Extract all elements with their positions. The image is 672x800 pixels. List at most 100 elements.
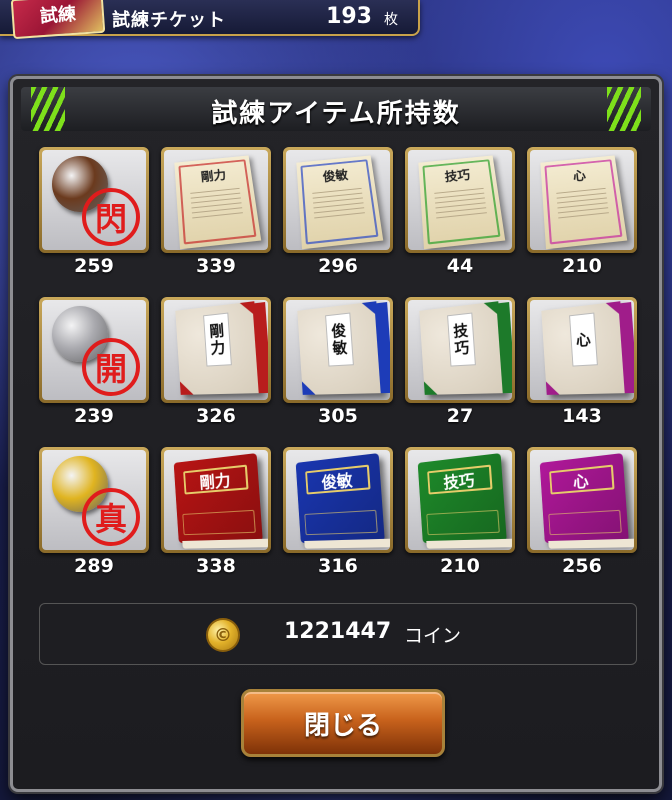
agility-scroll-icon: 俊敏 xyxy=(296,155,384,250)
item-slot: 剛力 338 xyxy=(161,447,271,581)
book-pages xyxy=(304,538,390,549)
trial-ticket-icon: 試練 xyxy=(10,0,106,40)
item-slot: 技巧 210 xyxy=(405,447,515,581)
item-tile-inner: 技巧 xyxy=(408,300,512,400)
item-tile-inner: 閃 xyxy=(42,150,146,250)
technique-hardcover-book-icon: 技巧 xyxy=(417,453,512,549)
item-tile: 閃 xyxy=(39,147,149,253)
item-tile-inner: 俊敏 xyxy=(286,450,390,550)
coin-icon: © xyxy=(206,618,240,652)
gold-stamp-icon: 真 xyxy=(46,452,142,548)
item-tile-inner: 技巧 xyxy=(408,150,512,250)
heart-bound-book-icon: 心 xyxy=(541,301,634,395)
item-tile: 剛力 xyxy=(161,147,271,253)
book-pages xyxy=(548,538,634,549)
item-slot: 真 289 xyxy=(39,447,149,581)
book-corner xyxy=(179,380,194,395)
item-slot: 心 256 xyxy=(527,447,637,581)
item-count: 338 xyxy=(196,555,236,577)
book-title-plate: 心 xyxy=(549,464,615,495)
strength-hardcover-book-icon: 剛力 xyxy=(173,453,268,549)
book-trim xyxy=(304,509,378,536)
trial-items-dialog: 試練アイテム所持数 閃 259 剛力 339 俊敏 296 技巧 44 心 210 開 239 剛力 32… xyxy=(10,76,662,792)
item-count: 27 xyxy=(446,405,474,427)
trial-ticket-count: 193 xyxy=(326,4,372,29)
item-count: 143 xyxy=(562,405,602,427)
scroll-text-lines xyxy=(312,187,366,223)
book-corner xyxy=(239,301,256,318)
item-tile: 技巧 xyxy=(405,297,515,403)
item-slot: 技巧 44 xyxy=(405,147,515,281)
book-title-label: 剛力 xyxy=(203,312,232,367)
item-tile: 心 xyxy=(527,297,637,403)
item-slot: 開 239 xyxy=(39,297,149,431)
item-slot: 心 143 xyxy=(527,297,637,431)
item-count: 316 xyxy=(318,555,358,577)
trial-ticket-bar: 試練 試練チケット 193 枚 xyxy=(0,0,420,40)
book-title-label: 心 xyxy=(569,312,598,367)
item-count: 239 xyxy=(74,405,114,427)
book-pages xyxy=(182,538,268,549)
coin-balance-bar: © 1221447 コイン xyxy=(39,603,637,665)
item-slot: 俊敏 305 xyxy=(283,297,393,431)
book-title-label: 俊敏 xyxy=(325,312,354,367)
item-slot: 閃 259 xyxy=(39,147,149,281)
close-button[interactable]: 閉じる xyxy=(241,689,445,757)
item-slot: 剛力 339 xyxy=(161,147,271,281)
item-slot: 技巧 27 xyxy=(405,297,515,431)
item-tile: 技巧 xyxy=(405,147,515,253)
agility-bound-book-icon: 俊敏 xyxy=(297,301,390,395)
item-tile: 開 xyxy=(39,297,149,403)
book-corner xyxy=(605,301,622,318)
scroll-text-lines xyxy=(556,187,610,223)
book-corner xyxy=(301,380,316,395)
book-trim xyxy=(426,509,500,536)
book-corner xyxy=(361,301,378,318)
item-count: 210 xyxy=(440,555,480,577)
dialog-title: 試練アイテム所持数 xyxy=(211,99,461,129)
item-tile: 俊敏 xyxy=(283,297,393,403)
book-title-plate: 俊敏 xyxy=(305,464,371,495)
book-trim xyxy=(182,509,256,536)
dialog-header: 試練アイテム所持数 xyxy=(21,87,651,131)
book-title-label: 技巧 xyxy=(447,312,476,367)
stamp-seal: 閃 xyxy=(82,188,140,246)
book-pages xyxy=(426,538,512,549)
item-tile: 俊敏 xyxy=(283,447,393,553)
item-count: 305 xyxy=(318,405,358,427)
item-count: 326 xyxy=(196,405,236,427)
item-tile-inner: 剛力 xyxy=(164,300,268,400)
item-tile-inner: 剛力 xyxy=(164,150,268,250)
coin-amount: 1221447 xyxy=(284,619,392,644)
strength-bound-book-icon: 剛力 xyxy=(175,301,268,395)
book-title-plate: 技巧 xyxy=(427,464,493,495)
item-count: 259 xyxy=(74,255,114,277)
item-tile-inner: 心 xyxy=(530,150,634,250)
strength-scroll-icon: 剛力 xyxy=(174,155,262,250)
item-slot: 俊敏 316 xyxy=(283,447,393,581)
silver-stamp-icon: 開 xyxy=(46,302,142,398)
item-tile-inner: 真 xyxy=(42,450,146,550)
item-tile: 心 xyxy=(527,447,637,553)
agility-hardcover-book-icon: 俊敏 xyxy=(295,453,390,549)
heart-hardcover-book-icon: 心 xyxy=(539,453,634,549)
item-tile-inner: 心 xyxy=(530,300,634,400)
item-count: 289 xyxy=(74,555,114,577)
book-title-plate: 剛力 xyxy=(183,464,249,495)
book-corner xyxy=(483,301,500,318)
coin-unit: コイン xyxy=(404,625,462,647)
heart-scroll-icon: 心 xyxy=(540,155,628,250)
bronze-stamp-icon: 閃 xyxy=(46,152,142,248)
item-tile: 剛力 xyxy=(161,447,271,553)
trial-ticket-label: 試練チケット xyxy=(112,10,226,31)
technique-bound-book-icon: 技巧 xyxy=(419,301,512,395)
item-slot: 心 210 xyxy=(527,147,637,281)
scroll-text-lines xyxy=(190,187,244,223)
book-trim xyxy=(548,509,622,536)
item-tile-inner: 開 xyxy=(42,300,146,400)
item-grid: 閃 259 剛力 339 俊敏 296 技巧 44 心 210 開 239 剛力 326 俊敏 305 技巧 27… xyxy=(39,147,639,581)
item-tile-inner: 俊敏 xyxy=(286,150,390,250)
item-tile-inner: 心 xyxy=(530,450,634,550)
stamp-seal: 開 xyxy=(82,338,140,396)
item-count: 296 xyxy=(318,255,358,277)
